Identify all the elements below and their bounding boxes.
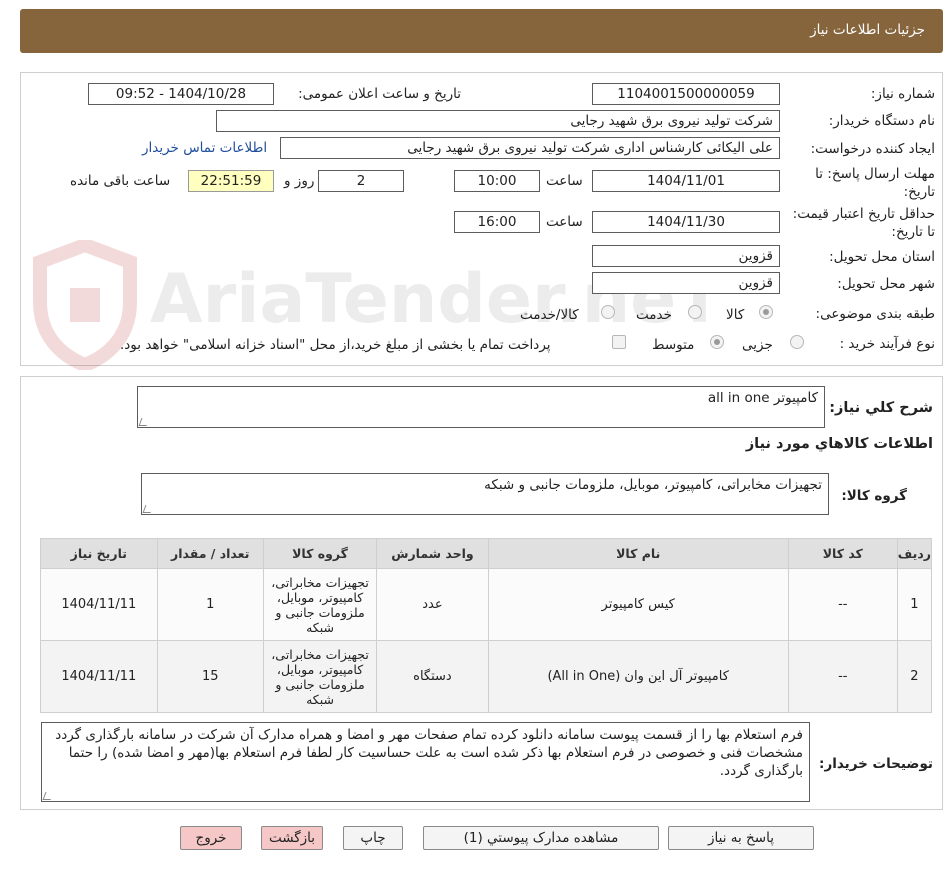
resize-grip-icon[interactable]	[42, 792, 54, 800]
category-option-goods: کالا	[726, 307, 745, 323]
page-header: جزئیات اطلاعات نیاز	[20, 9, 943, 53]
col-header-unit: واحد شمارش	[376, 538, 489, 569]
buyer-notes-field: فرم استعلام بها را از قسمت پیوست سامانه …	[41, 722, 810, 802]
cell-code: --	[787, 568, 898, 641]
process-label: نوع فرآیند خرید :	[839, 336, 935, 352]
cell-unit: عدد	[376, 568, 489, 641]
process-radio-minor[interactable]	[790, 335, 804, 349]
need-number-field: 1104001500000059	[592, 83, 780, 105]
table-row: 1 -- کیس کامپیوتر عدد تجهیزات مخابراتی، …	[40, 568, 933, 641]
category-radio-goods[interactable]	[759, 305, 773, 319]
days-field: 2	[318, 170, 404, 192]
cell-name: کیس کامپیوتر	[487, 568, 789, 641]
deadline-time-label: ساعت	[546, 173, 583, 189]
process-option-medium: متوسط	[652, 337, 695, 353]
category-option-goods-service: کالا/خدمت	[520, 307, 579, 323]
col-header-quantity: تعداد / مقدار	[156, 538, 264, 569]
summary-field: کامپیوتر all in one	[137, 386, 825, 428]
announce-label: تاریخ و ساعت اعلان عمومی:	[298, 86, 461, 102]
province-field: قزوین	[592, 245, 780, 267]
category-option-service: خدمت	[636, 307, 672, 323]
cell-code: --	[787, 640, 898, 713]
need-number-label: شماره نیاز:	[870, 86, 935, 102]
city-label: شهر محل تحویل:	[837, 276, 935, 292]
province-label: استان محل تحویل:	[829, 249, 935, 265]
remaining-label: ساعت باقی مانده	[70, 173, 171, 189]
process-radio-medium[interactable]	[710, 335, 724, 349]
buyer-notes-text: فرم استعلام بها را از قسمت پیوست سامانه …	[55, 727, 803, 779]
creator-label: ایجاد کننده درخواست:	[810, 141, 935, 157]
category-label: طبقه بندی موضوعی:	[815, 306, 935, 322]
summary-text: کامپیوتر all in one	[707, 390, 818, 406]
treasury-payment-checkbox[interactable]	[612, 335, 626, 349]
summary-label: شرح کلي نياز:	[829, 400, 933, 416]
deadline-label: مهلت ارسال پاسخ: تا تاریخ:	[815, 166, 935, 200]
announce-field: 1404/10/28 - 09:52	[88, 83, 274, 105]
cell-date: 1404/11/11	[40, 568, 158, 641]
treasury-payment-note: پرداخت تمام یا بخشی از مبلغ خرید،از محل …	[120, 337, 551, 353]
col-header-row-number: رديف	[896, 538, 933, 569]
cell-date: 1404/11/11	[40, 640, 158, 713]
cell-unit: دستگاه	[376, 640, 489, 713]
validity-label: حداقل تاریخ اعتبار قیمت: تا تاریخ:	[792, 206, 935, 240]
exit-button[interactable]: خروج	[180, 826, 242, 850]
category-radio-goods-service[interactable]	[601, 305, 615, 319]
group-label: گروه کالا:	[841, 488, 907, 504]
buyer-org-label: نام دستگاه خریدار:	[828, 113, 935, 129]
view-attachments-button[interactable]: مشاهده مدارک پيوستي (1)	[423, 826, 659, 850]
cell-row-number: 1	[896, 568, 933, 641]
validity-time-field: 16:00	[454, 211, 540, 233]
days-label: روز و	[284, 173, 315, 189]
col-header-group: گروه کالا	[262, 538, 378, 569]
group-text: تجهیزات مخابراتی، کامپیوتر، موبایل، ملزو…	[484, 477, 822, 493]
resize-grip-icon[interactable]	[142, 505, 154, 513]
cell-group: تجهیزات مخابراتی، کامپیوتر، موبایل، ملزو…	[262, 640, 378, 713]
table-row: 2 -- کامپیوتر آل این وان (All in One) دس…	[40, 640, 933, 713]
city-field: قزوین	[592, 272, 780, 294]
validity-time-label: ساعت	[546, 214, 583, 230]
reply-button[interactable]: پاسخ به نياز	[668, 826, 814, 850]
table-header-row: رديف کد کالا نام کالا واحد شمارش گروه کا…	[40, 538, 933, 569]
col-header-name: نام کالا	[487, 538, 789, 569]
creator-field: علی الیکائی کارشناس اداری شرکت تولید نیر…	[280, 137, 780, 159]
category-radio-service[interactable]	[688, 305, 702, 319]
deadline-date-field: 1404/11/01	[592, 170, 780, 192]
validity-date-field: 1404/11/30	[592, 211, 780, 233]
deadline-time-field: 10:00	[454, 170, 540, 192]
remaining-time-field: 22:51:59	[188, 170, 274, 192]
items-section-title: اطلاعات کالاهاي مورد نياز	[745, 436, 933, 452]
cell-row-number: 2	[896, 640, 933, 713]
resize-grip-icon[interactable]	[138, 418, 150, 426]
back-button[interactable]: بازگشت	[261, 826, 323, 850]
process-option-minor: جزیی	[742, 337, 773, 353]
group-field: تجهیزات مخابراتی، کامپیوتر، موبایل، ملزو…	[141, 473, 829, 515]
buyer-org-field: شرکت تولید نیروی برق شهید رجایی	[216, 110, 780, 132]
cell-group: تجهیزات مخابراتی، کامپیوتر، موبایل، ملزو…	[262, 568, 378, 641]
items-table: رديف کد کالا نام کالا واحد شمارش گروه کا…	[40, 538, 933, 713]
cell-name: کامپیوتر آل این وان (All in One)	[487, 640, 789, 713]
page-title: جزئیات اطلاعات نیاز	[810, 22, 925, 38]
cell-quantity: 15	[156, 640, 264, 713]
col-header-date: تاریخ نیاز	[40, 538, 158, 569]
cell-quantity: 1	[156, 568, 264, 641]
col-header-code: کد کالا	[787, 538, 898, 569]
print-button[interactable]: چاپ	[343, 826, 403, 850]
buyer-contact-link[interactable]: اطلاعات تماس خریدار	[142, 140, 267, 156]
buyer-notes-label: توضیحات خریدار:	[819, 756, 933, 772]
